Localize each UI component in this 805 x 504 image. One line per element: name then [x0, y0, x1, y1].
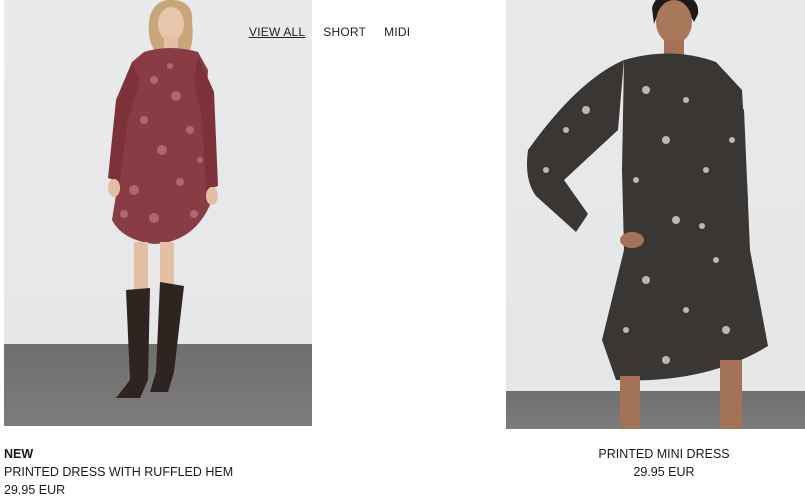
product-info-1: NEW PRINTED DRESS WITH RUFFLED HEM 29.95…	[4, 445, 233, 499]
filter-view-all[interactable]: VIEW ALL	[249, 25, 305, 39]
model-figure-1	[108, 0, 218, 398]
product-price: 29.95 EUR	[4, 483, 66, 497]
product-name-link[interactable]: PRINTED MINI DRESS	[506, 445, 805, 463]
product-image-printed-dress-ruffled-hem[interactable]	[4, 0, 312, 426]
product-name-link[interactable]: PRINTED DRESS WITH RUFFLED HEM	[4, 463, 233, 481]
model-figure-2	[527, 0, 768, 429]
category-filter-nav: VIEW ALL SHORT MIDI	[249, 25, 428, 39]
product-info-2: PRINTED MINI DRESS 29.95 EUR	[506, 445, 805, 481]
product-image-printed-mini-dress[interactable]	[506, 0, 805, 429]
product-price: 29.95 EUR	[633, 465, 695, 479]
new-badge: NEW	[4, 447, 34, 461]
filter-short[interactable]: SHORT	[323, 25, 366, 39]
filter-midi[interactable]: MIDI	[384, 25, 410, 39]
